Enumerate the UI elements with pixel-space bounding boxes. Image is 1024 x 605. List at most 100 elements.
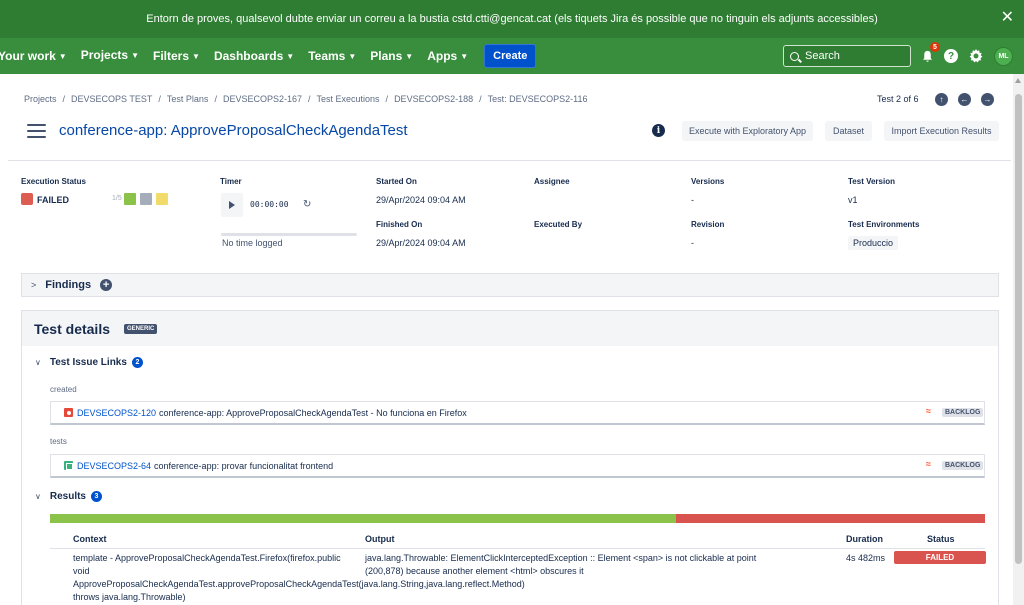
execution-status-value[interactable]: FAILED bbox=[37, 195, 69, 205]
help-button[interactable]: ? bbox=[943, 48, 959, 64]
findings-section[interactable]: > Findings + bbox=[21, 273, 999, 297]
breadcrumb-item[interactable]: Test Executions bbox=[317, 94, 380, 104]
test-version-label: Test Version bbox=[848, 177, 895, 186]
chevron-down-icon: ▼ bbox=[286, 51, 295, 61]
linked-issue-card[interactable]: DEVSECOPS2-120 conference-app: ApprovePr… bbox=[50, 401, 985, 425]
table-header-divider bbox=[50, 548, 985, 549]
link-type-label: created bbox=[50, 385, 77, 394]
breadcrumb-item[interactable]: Test: DEVSECOPS2-116 bbox=[488, 94, 588, 104]
breadcrumb-item[interactable]: DEVSECOPS TEST bbox=[71, 94, 152, 104]
arrow-right-icon[interactable]: → bbox=[981, 93, 994, 106]
test-version-value: v1 bbox=[848, 195, 858, 205]
issue-links-header[interactable]: ∨ Test Issue Links 2 bbox=[35, 357, 143, 368]
dataset-button[interactable]: Dataset bbox=[825, 121, 872, 141]
column-header-duration: Duration bbox=[846, 534, 883, 544]
nav-projects[interactable]: Projects ▼ bbox=[81, 48, 139, 64]
findings-title: Findings bbox=[45, 279, 92, 291]
scroll-up-arrow-icon[interactable] bbox=[1015, 78, 1021, 83]
issue-status-badge: BACKLOG bbox=[942, 461, 984, 470]
breadcrumb-item[interactable]: Projects bbox=[24, 94, 57, 104]
status-pass-option[interactable] bbox=[124, 193, 136, 205]
progress-fail-segment bbox=[676, 514, 985, 523]
test-environments-label: Test Environments bbox=[848, 220, 920, 229]
nav-teams[interactable]: Teams ▼ bbox=[308, 49, 356, 63]
test-details-header: Test details GENERIC bbox=[22, 311, 998, 346]
breadcrumb-item[interactable]: DEVSECOPS2-188 bbox=[394, 94, 473, 104]
versions-value: - bbox=[691, 195, 694, 205]
assignee-label: Assignee bbox=[534, 177, 570, 186]
create-button[interactable]: Create bbox=[484, 44, 537, 68]
nav-plans[interactable]: Plans ▼ bbox=[370, 49, 413, 63]
chevron-down-icon: ▼ bbox=[192, 51, 200, 61]
status-executing-option[interactable] bbox=[156, 193, 168, 205]
search-icon bbox=[790, 51, 799, 61]
breadcrumb-item[interactable]: DEVSECOPS2-167 bbox=[223, 94, 302, 104]
issue-summary: conference-app: provar funcionalitat fro… bbox=[154, 460, 334, 471]
environment-tag: Produccio bbox=[848, 236, 899, 250]
info-icon[interactable]: i bbox=[652, 124, 665, 137]
execute-exploratory-button[interactable]: Execute with Exploratory App bbox=[682, 121, 813, 141]
results-count: 3 bbox=[90, 491, 102, 502]
notifications-button[interactable]: 5 bbox=[919, 42, 940, 64]
environment-banner: Entorn de proves, qualsevol dubte enviar… bbox=[0, 0, 1024, 38]
issue-links-title: Test Issue Links bbox=[49, 357, 127, 368]
story-icon bbox=[64, 461, 73, 470]
page-scrollbar[interactable] bbox=[1013, 74, 1024, 605]
help-icon: ? bbox=[944, 49, 958, 63]
test-type-badge: GENERIC bbox=[124, 324, 158, 334]
status-color-swatch bbox=[21, 193, 33, 205]
results-title: Results bbox=[49, 491, 86, 502]
progress-pass-segment bbox=[50, 514, 677, 523]
timer-value: 00:00:00 bbox=[250, 200, 289, 209]
chevron-right-icon[interactable]: > bbox=[31, 280, 36, 290]
result-duration: 4s 482ms bbox=[846, 553, 886, 563]
search-placeholder: Search bbox=[805, 50, 840, 62]
nav-apps[interactable]: Apps ▼ bbox=[427, 49, 468, 63]
test-pager-label: Test 2 of 6 bbox=[877, 94, 919, 104]
chevron-down-icon: ∨ bbox=[35, 492, 41, 501]
search-input[interactable]: Search bbox=[783, 45, 911, 67]
revision-label: Revision bbox=[691, 220, 725, 229]
import-results-button[interactable]: Import Execution Results bbox=[884, 121, 999, 141]
add-finding-icon[interactable]: + bbox=[100, 279, 113, 291]
column-header-status: Status bbox=[927, 534, 955, 544]
chevron-down-icon: ▼ bbox=[348, 51, 357, 61]
close-icon[interactable]: ✕ bbox=[1001, 10, 1014, 26]
timer-progress-bar bbox=[221, 233, 357, 236]
chevron-down-icon: ∨ bbox=[35, 358, 41, 367]
issue-key-link[interactable]: DEVSECOPS2-64 bbox=[77, 461, 151, 471]
top-navigation: Your work ▼ Projects ▼ Filters ▼ Dashboards… bbox=[0, 38, 1024, 74]
issue-key-link[interactable]: DEVSECOPS2-120 bbox=[77, 408, 156, 418]
avatar[interactable]: ML bbox=[994, 47, 1013, 66]
started-on-label: Started On bbox=[376, 177, 417, 186]
priority-highest-icon: ≈ bbox=[926, 459, 931, 469]
nav-your-work[interactable]: Your work ▼ bbox=[0, 49, 67, 63]
nav-dashboards[interactable]: Dashboards ▼ bbox=[214, 49, 294, 63]
results-progress-bar bbox=[50, 514, 985, 523]
reset-icon[interactable]: ↻ bbox=[303, 199, 311, 210]
chevron-down-icon: ▼ bbox=[131, 50, 139, 60]
nav-filters[interactable]: Filters ▼ bbox=[153, 49, 200, 63]
link-type-label: tests bbox=[50, 437, 67, 446]
scroll-thumb[interactable] bbox=[1015, 94, 1022, 564]
status-todo-option[interactable] bbox=[140, 193, 152, 205]
linked-issue-card[interactable]: DEVSECOPS2-64 conference-app: provar fun… bbox=[50, 454, 985, 478]
bug-icon bbox=[64, 408, 73, 417]
settings-button[interactable] bbox=[968, 48, 984, 64]
arrow-left-icon[interactable]: ← bbox=[958, 93, 971, 106]
menu-icon[interactable] bbox=[27, 124, 46, 138]
issue-links-count: 2 bbox=[131, 357, 143, 368]
issue-summary: conference-app: ApproveProposalCheckAgen… bbox=[159, 407, 467, 418]
page-title: conference-app: ApproveProposalCheckAgen… bbox=[59, 122, 408, 139]
arrow-up-icon[interactable]: ↑ bbox=[935, 93, 948, 106]
result-status-badge: FAILED bbox=[894, 551, 986, 564]
breadcrumb-item[interactable]: Test Plans bbox=[167, 94, 209, 104]
executed-by-label: Executed By bbox=[534, 220, 583, 229]
result-output: java.lang.Throwable: ElementClickInterce… bbox=[365, 553, 757, 576]
issue-status-badge: BACKLOG bbox=[942, 408, 984, 417]
results-header[interactable]: ∨ Results 3 bbox=[35, 491, 102, 502]
play-button[interactable] bbox=[221, 193, 243, 217]
banner-message: Entorn de proves, qualsevol dubte enviar… bbox=[146, 13, 878, 25]
column-header-context: Context bbox=[73, 534, 107, 544]
result-context: template - ApproveProposalCheckAgendaTes… bbox=[73, 553, 525, 602]
